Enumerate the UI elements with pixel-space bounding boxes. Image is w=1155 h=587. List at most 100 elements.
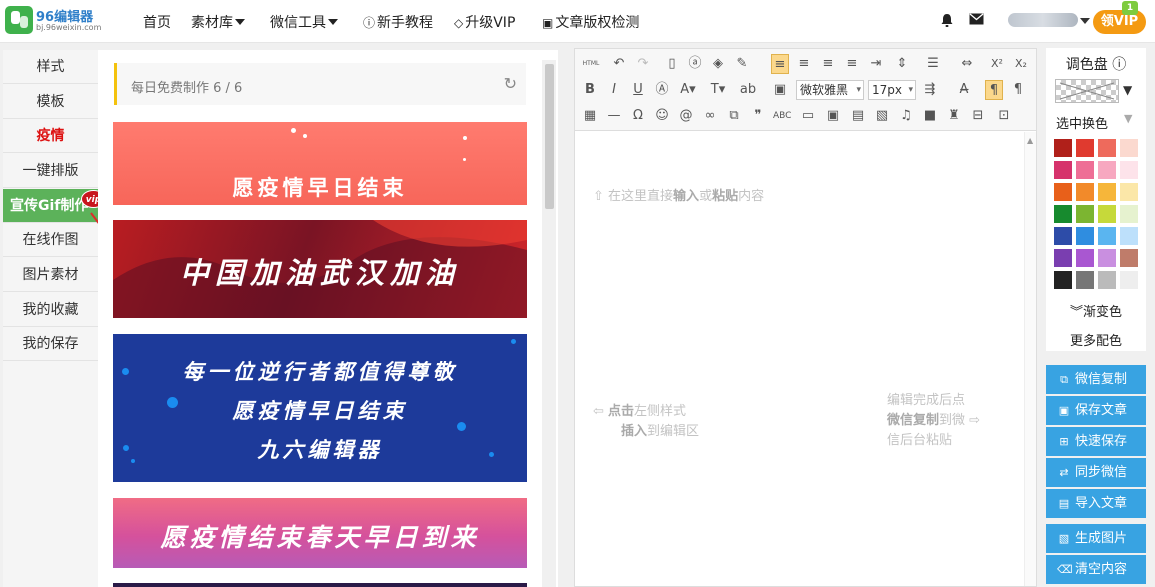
color-swatch[interactable] <box>1076 161 1094 179</box>
template-banner-4[interactable]: 愿疫情结束春天早日到来 <box>113 498 527 568</box>
editor-content-area[interactable]: ⇧ 在这里直接输入或粘贴内容 ⇦ 点击左侧样式 插入到编辑区 编辑完成后点 微信… <box>575 132 1036 586</box>
claim-vip-button[interactable]: 领VIP <box>1093 10 1146 34</box>
chevron-down-icon[interactable]: ▼ <box>1124 112 1132 125</box>
photo-icon[interactable]: ▧ <box>873 106 891 126</box>
refresh-icon[interactable]: ↻ <box>504 74 517 93</box>
template-banner-2[interactable]: 中国加油武汉加油 <box>113 220 527 318</box>
color-swatch[interactable] <box>1120 139 1138 157</box>
redo-icon[interactable]: ↷ <box>634 54 652 74</box>
color-swatch[interactable] <box>1054 183 1072 201</box>
save-article-button[interactable]: ▣ 保存文章 <box>1046 396 1146 425</box>
color-swatch[interactable] <box>1120 205 1138 223</box>
line-spacing-icon[interactable]: ☰ <box>924 54 942 74</box>
sidebar-item-image-materials[interactable]: 图片素材 <box>3 258 98 292</box>
quick-save-button[interactable]: ⊞ 快速保存 <box>1046 427 1146 456</box>
emoji-icon[interactable]: ☺ <box>653 106 671 126</box>
sidebar-item-one-click-layout[interactable]: 一键排版 <box>3 154 98 188</box>
fullscreen-icon[interactable]: ⊡ <box>995 106 1013 126</box>
sidebar-item-styles[interactable]: 样式 <box>3 50 98 84</box>
color-swatch[interactable] <box>1098 249 1116 267</box>
sidebar-item-online-drawing[interactable]: 在线作图 <box>3 223 98 257</box>
eraser-icon[interactable]: ◈ <box>709 54 727 74</box>
sidebar-item-templates[interactable]: 模板 <box>3 85 98 119</box>
wechat-copy-button[interactable]: ⧉ 微信复制 <box>1046 365 1146 394</box>
template-banner-3[interactable]: 每一位逆行者都值得尊敬 愿疫情早日结束 九六编辑器 <box>113 334 527 482</box>
nav-copyright-check[interactable]: ▣ 文章版权检测 <box>542 12 639 32</box>
clear-content-button[interactable]: ⌫ 清空内容 <box>1046 555 1146 584</box>
quote-icon[interactable]: ❞ <box>749 106 767 126</box>
scroll-up-icon[interactable]: ▲ <box>1027 136 1033 145</box>
brand-logo[interactable]: 96编辑器 bj.96weixin.com <box>5 6 101 36</box>
subscript-icon[interactable]: X₂ <box>1012 54 1030 74</box>
image-icon[interactable]: ▣ <box>771 80 789 100</box>
chevron-down-icon[interactable]: ▼ <box>1123 83 1132 97</box>
sidebar-item-epidemic[interactable]: 疫情 <box>3 119 98 153</box>
color-swatch[interactable] <box>1054 227 1072 245</box>
nav-wechat-tools[interactable]: 微信工具 <box>270 12 338 32</box>
nav-home[interactable]: 首页 <box>143 12 171 32</box>
text-direction-icon[interactable]: A̶ <box>955 80 973 100</box>
color-swatch[interactable] <box>1120 161 1138 179</box>
font-family-select[interactable]: 微软雅黑 <box>796 80 864 100</box>
color-swatch[interactable] <box>1054 161 1072 179</box>
color-swatch[interactable] <box>1098 161 1116 179</box>
layout-icon[interactable]: ⊟ <box>969 106 987 126</box>
mail-icon[interactable] <box>969 13 984 29</box>
template-banner-1[interactable]: 愿疫情早日结束 <box>113 122 527 205</box>
more-colors-link[interactable]: 更多配色 <box>1046 330 1146 349</box>
color-swatch[interactable] <box>1054 205 1072 223</box>
font-color-icon[interactable]: A▾ <box>679 80 697 100</box>
color-swatch[interactable] <box>1098 183 1116 201</box>
insert-frame-icon[interactable]: ▭ <box>799 106 817 126</box>
bell-icon[interactable] <box>940 13 954 32</box>
color-swatch[interactable] <box>1054 249 1072 267</box>
color-swatch[interactable] <box>1054 139 1072 157</box>
video-icon[interactable]: ■ <box>921 106 939 126</box>
link-icon[interactable]: ∞ <box>701 106 719 126</box>
template-scroll-thumb[interactable] <box>545 64 554 209</box>
underline-icon[interactable]: U <box>629 80 647 100</box>
align-center-icon[interactable]: ≡ <box>795 54 813 74</box>
color-swatch[interactable] <box>1098 227 1116 245</box>
music-icon[interactable]: ♫ <box>897 106 915 126</box>
html-source-button[interactable]: HTML <box>581 54 601 74</box>
undo-icon[interactable]: ↶ <box>610 54 628 74</box>
font-size-select[interactable]: 17px <box>868 80 916 100</box>
gallery-icon[interactable]: ▤ <box>849 106 867 126</box>
unlink-icon[interactable]: ⧉ <box>725 106 743 126</box>
magic-wand-icon[interactable]: ✎ <box>733 54 751 74</box>
format-match-icon[interactable]: ⓐ <box>686 54 704 74</box>
sidebar-item-my-saved[interactable]: 我的保存 <box>3 327 98 361</box>
question-circle-icon[interactable]: ⓘ <box>1112 57 1126 73</box>
color-swatch[interactable] <box>1120 271 1138 289</box>
paragraph-spacing-icon[interactable]: ⇕ <box>893 54 911 74</box>
align-justify-icon[interactable]: ≡ <box>843 54 861 74</box>
template-banner-5[interactable] <box>113 583 527 587</box>
nav-materials[interactable]: 素材库 <box>191 12 245 32</box>
align-left-icon[interactable]: ≡ <box>771 54 789 74</box>
color-swatch[interactable] <box>1120 227 1138 245</box>
nav-tutorial[interactable]: ⓘ 新手教程 <box>363 12 433 32</box>
color-swatch[interactable] <box>1076 271 1094 289</box>
text-border-icon[interactable]: Ⓐ <box>653 80 671 100</box>
color-swatch[interactable] <box>1120 183 1138 201</box>
color-swatch[interactable] <box>1098 271 1116 289</box>
new-document-icon[interactable]: ▯ <box>663 54 681 74</box>
superscript-icon[interactable]: X² <box>988 54 1006 74</box>
highlight-icon[interactable]: ab <box>739 80 757 100</box>
horizontal-line-icon[interactable]: — <box>605 106 623 126</box>
omega-icon[interactable]: Ω <box>629 106 647 126</box>
color-swatch[interactable] <box>1076 139 1094 157</box>
import-article-button[interactable]: ▤ 导入文章 <box>1046 489 1146 518</box>
current-color-swatch[interactable] <box>1055 79 1119 103</box>
user-avatar[interactable] <box>1008 13 1078 27</box>
color-swatch[interactable] <box>1076 183 1094 201</box>
color-swatch[interactable] <box>1054 271 1072 289</box>
color-swatch[interactable] <box>1076 249 1094 267</box>
gradient-color-link[interactable]: ︾渐变色 <box>1046 301 1146 320</box>
color-swatch[interactable] <box>1098 139 1116 157</box>
color-swatch[interactable] <box>1098 205 1116 223</box>
indent-increase-icon[interactable]: ⇶ <box>921 80 939 100</box>
sidebar-item-my-favorites[interactable]: 我的收藏 <box>3 293 98 327</box>
letter-spacing-icon[interactable]: ⇔ <box>958 54 976 74</box>
